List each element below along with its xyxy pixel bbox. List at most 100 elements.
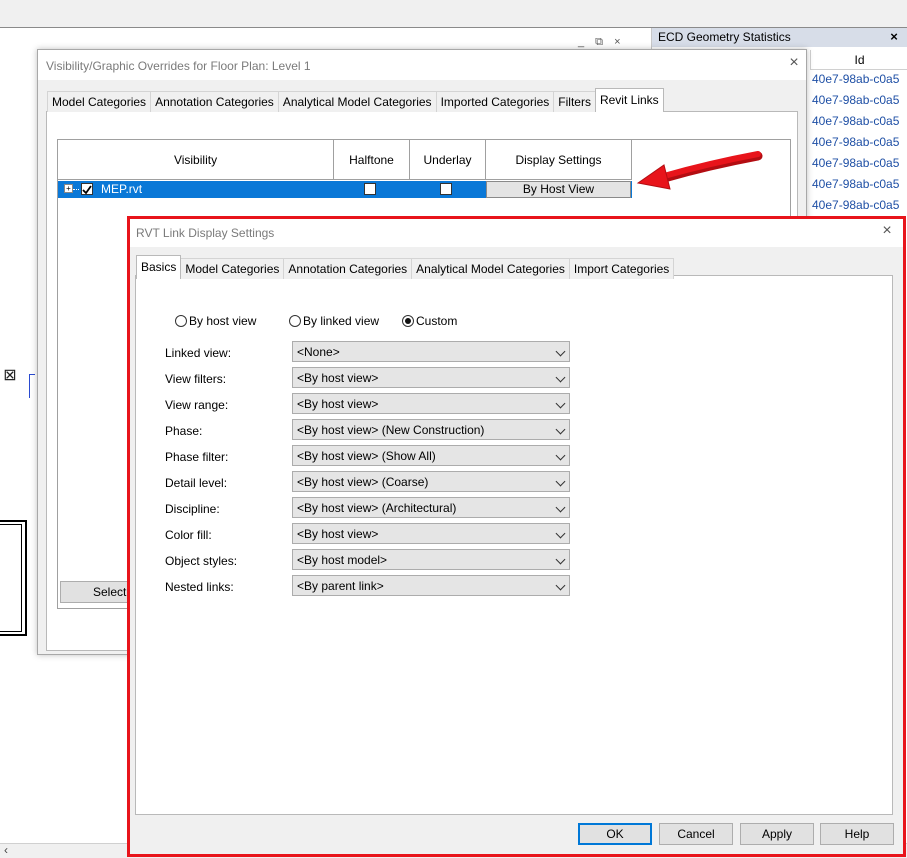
column-header-underlay[interactable]: Underlay: [410, 140, 486, 180]
linked-view-dropdown[interactable]: <None>: [292, 341, 570, 362]
chevron-down-icon: [555, 372, 566, 383]
chevron-down-icon: [555, 450, 566, 461]
radio-indicator: [175, 315, 187, 327]
chevron-down-icon: [555, 424, 566, 435]
radio-indicator-selected: [402, 315, 414, 327]
table-row[interactable]: + MEP.rvt By Host View: [58, 181, 632, 198]
cancel-button[interactable]: Cancel: [659, 823, 733, 845]
vg-tabstrip: Model Categories Annotation Categories A…: [47, 88, 664, 112]
display-settings-button[interactable]: By Host View: [486, 181, 631, 198]
ecd-id-cell[interactable]: 40e7-98ab-c0a5: [810, 177, 907, 198]
ecd-id-cell[interactable]: 40e7-98ab-c0a5: [810, 72, 907, 93]
link-name[interactable]: MEP.rvt: [101, 182, 142, 196]
detail-level-label: Detail level:: [165, 476, 228, 490]
ecd-id-column-header[interactable]: Id: [810, 50, 907, 70]
scroll-left-arrow-icon[interactable]: ‹: [4, 843, 16, 858]
dropdown-value: <By host view>: [297, 371, 379, 385]
phase-label: Phase:: [165, 424, 203, 438]
help-button[interactable]: Help: [820, 823, 894, 845]
discipline-label: Discipline:: [165, 502, 220, 516]
ecd-id-cell[interactable]: 40e7-98ab-c0a5: [810, 114, 907, 135]
detail-level-dropdown[interactable]: <By host view> (Coarse): [292, 471, 570, 492]
expand-plus-icon[interactable]: +: [64, 184, 73, 193]
document-window-controls[interactable]: _ ⧉ ×: [578, 36, 638, 50]
tab-filters[interactable]: Filters: [553, 91, 596, 112]
red-arrow-annotation: [636, 151, 763, 190]
chevron-down-icon: [555, 476, 566, 487]
apply-button[interactable]: Apply: [740, 823, 814, 845]
dropdown-value: <By host view> (Coarse): [297, 475, 429, 489]
dropdown-value: <None>: [297, 345, 340, 359]
tab-revit-links[interactable]: Revit Links: [594, 88, 664, 112]
rvt-close-icon[interactable]: ×: [879, 222, 895, 242]
plan-element-edge: [29, 374, 35, 398]
column-header-halftone[interactable]: Halftone: [334, 140, 410, 180]
vg-close-icon[interactable]: ×: [786, 54, 802, 74]
tab-model-categories[interactable]: Model Categories: [180, 258, 285, 279]
radio-by-host-view[interactable]: By host view: [175, 314, 256, 328]
visibility-checkbox[interactable]: [81, 183, 93, 195]
column-header-display-settings[interactable]: Display Settings: [486, 140, 632, 180]
ecd-close-icon[interactable]: ×: [886, 29, 902, 45]
view-range-dropdown[interactable]: <By host view>: [292, 393, 570, 414]
rvt-dialog-title: RVT Link Display Settings: [136, 226, 275, 240]
rvt-tabstrip: Basics Model Categories Annotation Categ…: [136, 255, 675, 279]
tab-model-categories[interactable]: Model Categories: [47, 91, 152, 112]
dropdown-value: <By host view>: [297, 397, 379, 411]
tab-imported-categories[interactable]: Imported Categories: [435, 91, 555, 112]
phase-filter-dropdown[interactable]: <By host view> (Show All): [292, 445, 570, 466]
chevron-down-icon: [555, 554, 566, 565]
ecd-id-cell[interactable]: 40e7-98ab-c0a5: [810, 135, 907, 156]
tab-annotation-categories[interactable]: Annotation Categories: [150, 91, 279, 112]
checkmark-icon: [82, 185, 92, 195]
move-crosshair-icon[interactable]: ⊠: [0, 364, 20, 388]
tree-connector: [73, 189, 79, 190]
phase-dropdown[interactable]: <By host view> (New Construction): [292, 419, 570, 440]
vg-titlebar[interactable]: Visibility/Graphic Overrides for Floor P…: [38, 50, 806, 80]
ecd-panel-title: ECD Geometry Statistics: [652, 28, 907, 47]
phase-filter-label: Phase filter:: [165, 450, 229, 464]
ok-button[interactable]: OK: [578, 823, 652, 845]
chevron-down-icon: [555, 346, 566, 357]
object-styles-dropdown[interactable]: <By host model>: [292, 549, 570, 570]
radio-label: By linked view: [303, 314, 380, 328]
chevron-down-icon: [555, 398, 566, 409]
rvt-link-display-settings-dialog: RVT Link Display Settings × By host view…: [127, 216, 906, 857]
rvt-titlebar[interactable]: RVT Link Display Settings ×: [130, 219, 903, 247]
object-styles-label: Object styles:: [165, 554, 238, 568]
radio-by-linked-view[interactable]: By linked view: [289, 314, 379, 328]
halftone-checkbox[interactable]: [364, 183, 376, 195]
chevron-down-icon: [555, 580, 566, 591]
radio-custom[interactable]: Custom: [402, 314, 457, 328]
chevron-down-icon: [555, 528, 566, 539]
dropdown-value: <By host view>: [297, 527, 379, 541]
tab-annotation-categories[interactable]: Annotation Categories: [283, 258, 413, 279]
tab-basics[interactable]: Basics: [136, 255, 182, 279]
dropdown-value: <By host model>: [297, 553, 388, 567]
dropdown-value: <By parent link>: [297, 579, 384, 593]
dropdown-value: <By host view> (Show All): [297, 449, 436, 463]
tab-analytical-model-categories[interactable]: Analytical Model Categories: [277, 91, 437, 112]
view-filters-label: View filters:: [165, 372, 227, 386]
plan-wall-inner: [0, 524, 22, 632]
radio-label: Custom: [416, 314, 458, 328]
color-fill-label: Color fill:: [165, 528, 212, 542]
nested-links-label: Nested links:: [165, 580, 234, 594]
radio-label: By host view: [189, 314, 257, 328]
tab-analytical-model-categories[interactable]: Analytical Model Categories: [411, 258, 570, 279]
underlay-checkbox[interactable]: [440, 183, 452, 195]
tab-import-categories[interactable]: Import Categories: [568, 258, 675, 279]
discipline-dropdown[interactable]: <By host view> (Architectural): [292, 497, 570, 518]
color-fill-dropdown[interactable]: <By host view>: [292, 523, 570, 544]
column-header-visibility[interactable]: Visibility: [58, 140, 334, 180]
view-filters-dropdown[interactable]: <By host view>: [292, 367, 570, 388]
rvt-basics-panel: By host view By linked view Custom Linke…: [135, 275, 893, 815]
view-range-label: View range:: [165, 398, 229, 412]
linked-view-label: Linked view:: [165, 346, 232, 360]
chevron-down-icon: [555, 502, 566, 513]
dropdown-value: <By host view> (New Construction): [297, 423, 485, 437]
dropdown-value: <By host view> (Architectural): [297, 501, 457, 515]
ecd-id-cell[interactable]: 40e7-98ab-c0a5: [810, 156, 907, 177]
ecd-id-cell[interactable]: 40e7-98ab-c0a5: [810, 93, 907, 114]
nested-links-dropdown[interactable]: <By parent link>: [292, 575, 570, 596]
